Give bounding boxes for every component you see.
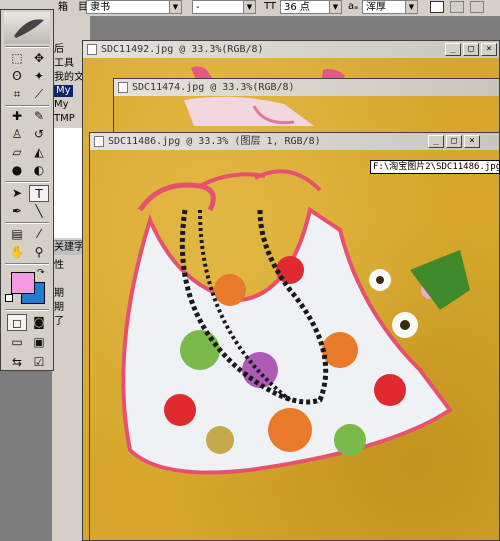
font-size-icon: TT (264, 1, 277, 12)
foreground-color-swatch[interactable] (11, 272, 35, 294)
document-icon (94, 136, 104, 147)
hand-icon[interactable]: ✋ (7, 244, 27, 261)
font-size-value: 36 点 (284, 2, 310, 13)
window-titlebar[interactable]: SDC11492.jpg @ 33.3%(RGB/8) _ □ × (83, 41, 499, 58)
chevron-down-icon: ▼ (169, 1, 181, 13)
align-left-icon[interactable] (430, 1, 444, 13)
zoom-icon[interactable]: ⚲ (29, 244, 49, 261)
bucket-icon[interactable]: ◭ (29, 144, 49, 161)
stamp-icon[interactable]: ♙ (7, 126, 27, 143)
toolbox-divider (5, 46, 49, 48)
minimize-button[interactable]: _ (428, 135, 444, 148)
jump-imageready-icon[interactable]: ☑ (29, 354, 49, 371)
healing-brush-icon[interactable]: ✚ (7, 108, 27, 125)
history-brush-icon[interactable]: ↺ (29, 126, 49, 143)
notes-icon[interactable]: ▤ (7, 226, 27, 243)
font-family-value: 隶书 (90, 2, 110, 13)
chevron-down-icon: ▼ (243, 1, 255, 13)
font-style-dropdown[interactable]: - ▼ (192, 0, 256, 14)
toolbox-divider (5, 263, 49, 265)
layer-label: 期 (54, 288, 64, 299)
close-button[interactable]: × (464, 135, 480, 148)
maximize-button[interactable]: □ (463, 43, 479, 56)
path-select-icon[interactable]: ➤ (7, 185, 27, 202)
window-titlebar[interactable]: SDC11486.jpg @ 33.3% (图层 1, RGB/8) _ □ × (90, 133, 499, 150)
eyedropper-icon[interactable]: ⁄ (29, 226, 49, 243)
magic-wand-icon[interactable]: ✦ (29, 68, 49, 85)
marquee-icon[interactable]: ⬚ (7, 50, 27, 67)
menu-item-box[interactable]: 箱 (58, 1, 68, 14)
file-panel-item[interactable]: TMP (54, 113, 75, 125)
window-title: SDC11474.jpg @ 33.3%(RGB/8) (132, 82, 295, 93)
screenmode-icon[interactable]: ▭ (7, 334, 27, 351)
pen-icon[interactable]: ✒ (7, 203, 27, 220)
align-right-icon[interactable] (470, 1, 484, 13)
blur-icon[interactable]: ● (7, 162, 27, 179)
chevron-down-icon: ▼ (405, 1, 417, 13)
file-panel-item[interactable]: My (54, 99, 69, 111)
toolbox-divider (5, 105, 49, 107)
window-title: SDC11492.jpg @ 33.3%(RGB/8) (101, 44, 264, 55)
maximize-button[interactable]: □ (446, 135, 462, 148)
minimize-button[interactable]: _ (445, 43, 461, 56)
window-title: SDC11486.jpg @ 33.3% (图层 1, RGB/8) (108, 136, 321, 147)
font-style-value: - (196, 2, 200, 13)
crop-icon[interactable]: ⌗ (7, 86, 27, 103)
anti-alias-icon: aₐ (348, 1, 359, 12)
feather-logo[interactable] (4, 12, 50, 44)
jump-icon[interactable]: ⇆ (7, 354, 27, 371)
layer-label: 性 (54, 260, 64, 271)
default-colors-icon[interactable] (5, 294, 13, 302)
file-path-tooltip: F:\淘宝图片2\SDC11486.jpg (370, 160, 500, 174)
image-canvas[interactable] (90, 150, 499, 540)
window-titlebar[interactable]: SDC11474.jpg @ 33.3%(RGB/8) (114, 79, 499, 96)
toolbox-divider (5, 222, 49, 224)
line-icon[interactable]: ╲ (29, 203, 49, 220)
document-window-sdc11486[interactable]: SDC11486.jpg @ 33.3% (图层 1, RGB/8) _ □ × (89, 132, 500, 541)
file-panel-item[interactable]: 我的文 (54, 72, 84, 84)
close-button[interactable]: × (481, 43, 497, 56)
layer-label: 期 (54, 302, 64, 313)
anti-alias-value: 浑厚 (366, 2, 386, 13)
font-size-dropdown[interactable]: 36 点 ▼ (280, 0, 342, 14)
options-bar: 箱 目动 排序 视图 隶书 ▼ - ▼ TT 36 点 ▼ aₐ 浑厚 ▼ (0, 0, 500, 17)
chevron-down-icon: ▼ (329, 1, 341, 13)
photo-halter-top (121, 169, 470, 475)
toolbox-divider (5, 181, 49, 183)
quickmask-icon[interactable]: ◙ (29, 314, 49, 331)
brush-icon[interactable]: ✎ (29, 108, 49, 125)
move-icon[interactable]: ✥ (29, 50, 49, 67)
eraser-icon[interactable]: ▱ (7, 144, 27, 161)
standard-mode-icon[interactable]: ◻ (7, 314, 27, 331)
file-panel-item[interactable]: 后 (54, 44, 64, 56)
anti-alias-dropdown[interactable]: 浑厚 ▼ (362, 0, 418, 14)
type-icon[interactable]: T (29, 185, 49, 202)
slice-icon[interactable]: ⟋ (29, 86, 49, 103)
file-panel-item[interactable]: 工具 (54, 58, 74, 70)
lasso-icon[interactable]: ʘ (7, 68, 27, 85)
font-family-dropdown[interactable]: 隶书 ▼ (86, 0, 182, 14)
screenmode-full-icon[interactable]: ▣ (29, 334, 49, 351)
dodge-icon[interactable]: ◐ (29, 162, 49, 179)
file-panel-item-selected[interactable]: My (54, 85, 73, 97)
toolbox: ⬚ ✥ ʘ ✦ ⌗ ⟋ ✚ ✎ ♙ ↺ ▱ ◭ ● ◐ ➤ T ✒ ╲ ▤ ⁄ … (0, 9, 54, 371)
document-icon (118, 82, 128, 93)
toolbox-divider (5, 309, 49, 311)
align-center-icon[interactable] (450, 1, 464, 13)
document-icon (87, 44, 97, 55)
swap-colors-icon[interactable]: ↷ (37, 268, 45, 278)
layer-label: 了 (54, 316, 64, 327)
